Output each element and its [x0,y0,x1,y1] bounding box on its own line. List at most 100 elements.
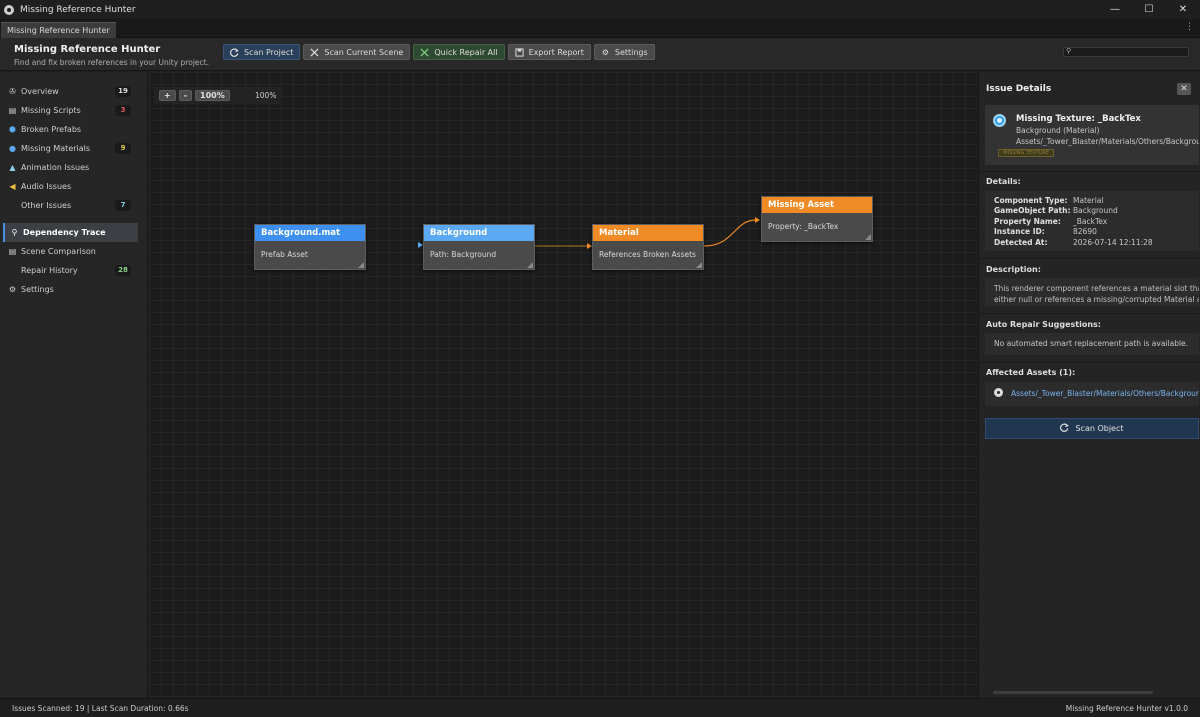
maximize-icon[interactable]: ☐ [1132,0,1166,19]
sidebar-item-broken-prefabs[interactable]: ⬢ Broken Prefabs [0,120,147,139]
resize-grip-icon[interactable] [696,262,702,268]
minimize-icon[interactable]: — [1098,0,1132,19]
divider [979,258,1200,259]
detail-row: Detected At: 2026-07-14 12:11:28 [994,238,1153,247]
graph-node-background-mat[interactable]: Background.mat Prefab Asset [254,224,366,270]
sidebar-item-repair-history[interactable]: • Repair History 28 [0,261,147,280]
node-body: Property: _BackTex [768,222,839,231]
dashboard-icon: ✇ [9,87,16,96]
audio-icon: ◀ [9,182,16,191]
sidebar-item-label: Dependency Trace [23,228,106,237]
description-heading: Description: [986,265,1041,274]
edge-3 [703,219,757,247]
sidebar-item-scene-comparison[interactable]: ▤ Scene Comparison [0,242,147,261]
refresh-icon [1060,423,1070,434]
sidebar-item-settings[interactable]: ⚙ Settings [0,280,147,299]
count-badge: 28 [115,265,131,276]
divider [979,362,1200,363]
sidebar-item-missing-materials[interactable]: ● Missing Materials 9 [0,139,147,158]
detail-row: Property Name: _BackTex [994,217,1108,226]
edge-3-arrow [755,217,760,223]
node-title: Background.mat [255,225,365,241]
affected-asset-item[interactable]: Assets/_Tower_Blaster/Materials/Others/B… [985,382,1199,406]
more-options-icon[interactable]: ⋮ [1185,22,1194,32]
sidebar-item-audio-issues[interactable]: ◀ Audio Issues [0,177,147,196]
sidebar-item-label: Audio Issues [21,182,72,191]
issue-object: Background (Material) [1016,126,1100,135]
graph-node-missing-asset[interactable]: Missing Asset Property: _BackTex [761,196,873,242]
divider [979,313,1200,314]
resize-grip-icon[interactable] [527,262,533,268]
texture-icon [993,114,1006,127]
details-table: Component Type: Material GameObject Path:… [985,191,1199,251]
issue-type-badge: MISSING TEXTURE [998,149,1054,157]
close-icon[interactable]: ✕ [1177,83,1191,95]
horizontal-scrollbar[interactable] [993,691,1153,694]
repair-suggestions-heading: Auto Repair Suggestions: [986,320,1101,329]
window-title: Missing Reference Hunter [20,4,136,15]
sidebar-item-dependency-trace[interactable]: ⚲ Dependency Trace [3,223,138,242]
scan-object-label: Scan Object [1075,424,1124,433]
resize-grip-icon[interactable] [358,262,364,268]
quick-repair-label: Quick Repair All [434,47,498,57]
count-badge: 3 [115,105,131,116]
close-icon[interactable]: ✕ [1166,0,1200,19]
affected-asset-link[interactable]: Assets/_Tower_Blaster/Materials/Others/B… [1011,389,1199,398]
graph-node-background[interactable]: Background Path: Background [423,224,535,270]
save-icon [515,47,524,57]
sidebar-item-animation-issues[interactable]: ▲ Animation Issues [0,158,147,177]
count-badge: 19 [115,86,131,97]
scan-project-button[interactable]: Scan Project [223,44,301,60]
dependency-graph-canvas[interactable]: + - 100% 100% Background.mat Prefab Asse… [149,72,977,698]
graph-node-material[interactable]: Material References Broken Assets [592,224,704,270]
wrench-icon [420,47,429,57]
repair-suggestion-text: No automated smart replacement path is a… [994,339,1189,348]
tab-missing-reference-hunter[interactable]: Missing Reference Hunter [1,22,116,38]
scan-current-scene-button[interactable]: Scan Current Scene [303,44,411,60]
description-text: This renderer component references a mat… [994,284,1199,304]
sidebar-item-label: Scene Comparison [21,247,96,256]
sidebar-item-other-issues[interactable]: • Other Issues 7 [0,196,147,215]
node-title: Material [593,225,703,241]
animation-icon: ▲ [9,163,16,172]
sidebar-item-overview[interactable]: ✇ Overview 19 [0,82,147,101]
node-body: References Broken Assets [599,250,696,259]
app-icon [4,4,14,15]
scan-project-label: Scan Project [244,47,294,57]
issue-details-panel: Issue Details ✕ Missing Texture: _BackTe… [978,72,1200,698]
sidebar-item-label: Settings [21,285,54,294]
tools-icon [310,47,319,57]
scan-object-button[interactable]: Scan Object [985,418,1199,439]
trace-icon: ⚲ [11,228,18,237]
resize-grip-icon[interactable] [865,234,871,240]
gear-icon: ⚙ [8,285,17,294]
details-heading: Details: [986,177,1021,186]
header: Missing Reference Hunter Find and fix br… [0,38,1200,71]
quick-repair-all-button[interactable]: Quick Repair All [413,44,505,60]
export-report-label: Export Report [528,47,584,57]
sidebar-item-label: Overview [21,87,59,96]
issue-path: Assets/_Tower_Blaster/Materials/Others/B… [1016,137,1199,146]
page-title: Missing Reference Hunter [14,44,161,55]
version-label: Missing Reference Hunter v1.0.0 [1065,704,1188,713]
issue-title: Missing Texture: _BackTex [1016,114,1141,124]
sidebar-item-label: Other Issues [21,201,72,210]
settings-label: Settings [614,47,648,57]
sidebar-item-missing-scripts[interactable]: ▤ Missing Scripts 3 [0,101,147,120]
node-body: Prefab Asset [261,250,308,259]
compare-icon: ▤ [8,247,17,256]
divider [979,171,1200,172]
window-controls: — ☐ ✕ [1098,0,1200,19]
title-bar: Missing Reference Hunter — ☐ ✕ [0,0,1200,19]
search-input[interactable]: ⚲ [1063,47,1189,57]
prefab-icon: ⬢ [9,125,16,134]
sidebar-item-label: Repair History [21,266,78,275]
sidebar-item-label: Animation Issues [21,163,90,172]
toolbar: Scan Project Scan Current Scene Quick Re… [223,44,655,60]
node-title: Background [424,225,534,241]
script-icon: ▤ [8,106,17,115]
graph-edges [418,217,760,249]
issue-card: Missing Texture: _BackTex Background (Ma… [985,105,1199,165]
settings-button[interactable]: ⚙ Settings [593,44,655,60]
export-report-button[interactable]: Export Report [507,44,591,60]
